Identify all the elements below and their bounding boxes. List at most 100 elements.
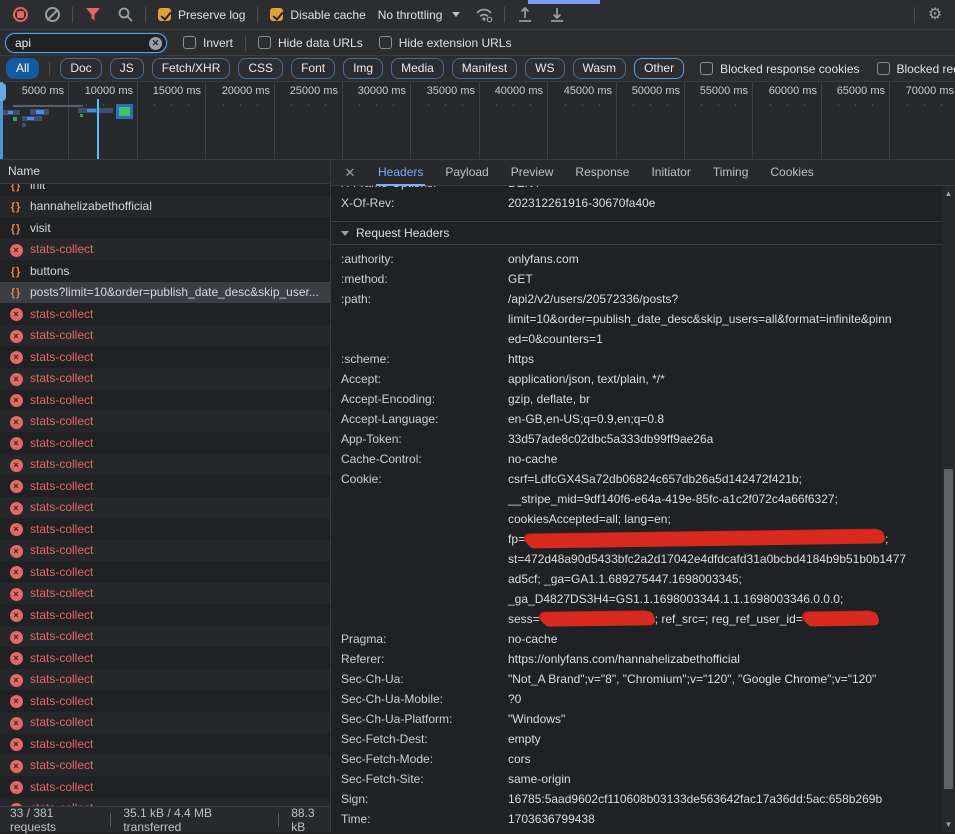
request-row[interactable]: ×stats-collect: [0, 755, 330, 777]
filter-pill-fetch-xhr[interactable]: Fetch/XHR: [152, 58, 231, 79]
request-row[interactable]: ×stats-collect: [0, 733, 330, 755]
ruler-gridline: [479, 82, 480, 159]
filter-pill-css[interactable]: CSS: [238, 58, 283, 79]
request-row[interactable]: ×stats-collect: [0, 475, 330, 497]
request-row[interactable]: {}buttons: [0, 260, 330, 282]
filter-pill-all[interactable]: All: [6, 58, 39, 79]
request-row[interactable]: ×stats-collect: [0, 239, 330, 261]
ruler-tick-label: 45000 ms: [564, 85, 612, 97]
filter-pill-ws[interactable]: WS: [525, 58, 564, 79]
request-row[interactable]: {}init: [0, 184, 330, 196]
request-row[interactable]: ×stats-collect: [0, 497, 330, 519]
disclosure-triangle-icon: [341, 231, 349, 236]
divider: [245, 35, 246, 51]
request-row[interactable]: ×stats-collect: [0, 604, 330, 626]
tab-headers[interactable]: Headers: [376, 160, 425, 186]
hide-extension-urls-checkbox[interactable]: Hide extension URLs: [379, 36, 512, 50]
tab-cookies[interactable]: Cookies: [768, 160, 815, 186]
request-row[interactable]: {}visit: [0, 217, 330, 239]
invert-checkbox[interactable]: Invert: [183, 36, 233, 50]
header-row: Referer:https://onlyfans.com/hannaheliza…: [331, 649, 942, 669]
request-row[interactable]: × stats-collect: [0, 411, 330, 433]
request-row[interactable]: {}hannahelizabethofficial: [0, 196, 330, 218]
name-column-header[interactable]: Name: [0, 160, 330, 184]
request-row[interactable]: ×stats-collect: [0, 712, 330, 734]
request-row[interactable]: ×stats-collect: [0, 776, 330, 798]
preserve-log-checkbox[interactable]: Preserve log: [158, 8, 245, 22]
network-overview-timeline[interactable]: 5000 ms10000 ms15000 ms20000 ms25000 ms3…: [0, 82, 955, 160]
filter-pill-other[interactable]: Other: [634, 58, 684, 79]
request-row[interactable]: ×stats-collect: [0, 368, 330, 390]
settings-button[interactable]: ⚙: [923, 3, 947, 27]
filter-pill-doc[interactable]: Doc: [60, 58, 101, 79]
filter-input[interactable]: [5, 33, 167, 53]
request-row[interactable]: ×stats-collect: [0, 561, 330, 583]
record-button[interactable]: [8, 3, 32, 27]
filter-pill-manifest[interactable]: Manifest: [452, 58, 517, 79]
details-scrollbar[interactable]: ▲ ▼: [942, 186, 955, 832]
scroll-down-icon[interactable]: ▼: [942, 818, 955, 831]
clear-button[interactable]: [40, 3, 64, 27]
filter-pill-js[interactable]: JS: [110, 58, 144, 79]
network-conditions-button[interactable]: [472, 3, 496, 27]
request-row[interactable]: ×stats-collect: [0, 690, 330, 712]
checkbox-icon: [270, 8, 283, 21]
ruler-gridline: [547, 82, 548, 159]
scrollbar-thumb[interactable]: [944, 469, 953, 789]
request-row[interactable]: ×stats-collect: [0, 432, 330, 454]
blocked-response-cookies-checkbox[interactable]: Blocked response cookies: [700, 62, 859, 76]
request-row[interactable]: ×stats-collect: [0, 669, 330, 691]
header-value-text: limit=10&order=publish_date_desc&skip_us…: [508, 312, 892, 326]
filter-pill-font[interactable]: Font: [291, 58, 335, 79]
icon-glyph: ×: [10, 459, 23, 472]
tab-preview[interactable]: Preview: [509, 160, 556, 186]
request-name: stats-collect: [30, 414, 93, 428]
tab-initiator[interactable]: Initiator: [649, 160, 692, 186]
search-button[interactable]: [113, 3, 137, 27]
request-row[interactable]: ×stats-collect: [0, 518, 330, 540]
icon-glyph: ×: [10, 437, 23, 450]
request-row[interactable]: ×stats-collect: [0, 389, 330, 411]
blocked-requests-checkbox[interactable]: Blocked requests: [877, 62, 955, 76]
request-row[interactable]: {}posts?limit=10&order=publish_date_desc…: [0, 282, 330, 304]
ruler-gridline: [137, 82, 138, 159]
tab-payload[interactable]: Payload: [443, 160, 490, 186]
request-row[interactable]: ×stats-collect: [0, 626, 330, 648]
request-row[interactable]: ×stats-collect: [0, 583, 330, 605]
request-row[interactable]: ×stats-collect: [0, 325, 330, 347]
disable-cache-checkbox[interactable]: Disable cache: [270, 8, 365, 22]
checkbox-icon: [158, 8, 171, 21]
icon-glyph: ×: [10, 738, 23, 751]
throttling-select[interactable]: No throttling: [378, 8, 461, 22]
filter-pill-img[interactable]: Img: [343, 58, 383, 79]
overview-left-handle-knob[interactable]: [0, 83, 6, 101]
icon-glyph: ×: [10, 609, 23, 622]
blocked-request-icon: ×: [8, 414, 24, 429]
request-row[interactable]: ×stats-collect: [0, 303, 330, 325]
header-value-line: 33d57ade8c02dbc5a333db99ff9ae26a: [508, 429, 713, 449]
request-row[interactable]: ×stats-collect: [0, 647, 330, 669]
filter-toggle-button[interactable]: [81, 3, 105, 27]
scroll-up-icon[interactable]: ▲: [942, 187, 955, 200]
header-value-line: __stripe_mid=9df140f6-e64a-419e-85fc-a1c…: [508, 489, 906, 509]
clear-filter-icon[interactable]: ✕: [149, 37, 162, 50]
request-headers-section-header[interactable]: Request Headers: [331, 221, 942, 245]
tab-response[interactable]: Response: [573, 160, 631, 186]
filter-pill-media[interactable]: Media: [391, 58, 444, 79]
request-row[interactable]: ×stats-collect: [0, 540, 330, 562]
ruler-minor-tick: [838, 104, 839, 106]
header-key: Accept:: [341, 369, 508, 389]
request-row[interactable]: ×stats-collect: [0, 346, 330, 368]
ruler-minor-tick: [701, 104, 702, 106]
header-value-line: no-cache: [508, 449, 557, 469]
import-har-button[interactable]: [513, 3, 537, 27]
waterfall-bar: [102, 108, 105, 113]
export-har-button[interactable]: [545, 3, 569, 27]
filter-pill-wasm[interactable]: Wasm: [573, 58, 627, 79]
blocked-request-icon: ×: [8, 650, 24, 665]
header-value-text: no-cache: [508, 452, 557, 466]
close-icon[interactable]: ✕: [341, 165, 359, 181]
hide-data-urls-checkbox[interactable]: Hide data URLs: [258, 36, 363, 50]
request-row[interactable]: ×stats-collect: [0, 454, 330, 476]
tab-timing[interactable]: Timing: [711, 160, 751, 186]
